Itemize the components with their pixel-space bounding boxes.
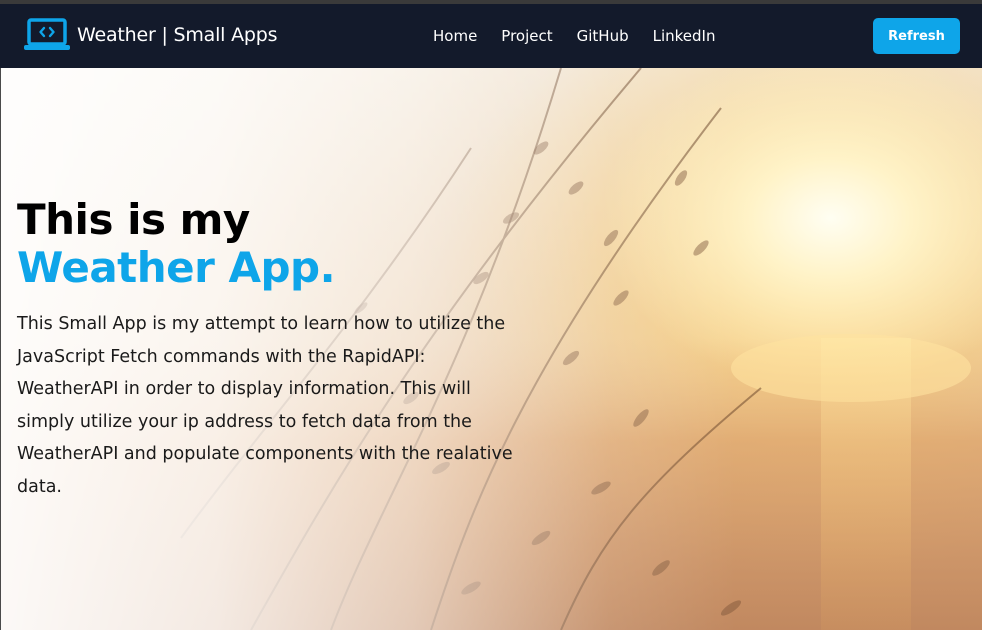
nav-link-github[interactable]: GitHub bbox=[565, 27, 641, 45]
hero-title-line-1: This is my bbox=[17, 195, 250, 244]
hero-title-line-2: Weather App. bbox=[17, 243, 336, 292]
nav-links: Home Project GitHub LinkedIn bbox=[421, 4, 727, 68]
nav-link-linkedin[interactable]: LinkedIn bbox=[641, 27, 728, 45]
laptop-code-icon bbox=[24, 18, 70, 50]
hero-description: This Small App is my attempt to learn ho… bbox=[17, 314, 513, 497]
brand-title: Weather | Small Apps bbox=[77, 24, 278, 46]
brand[interactable]: Weather | Small Apps bbox=[24, 18, 278, 52]
navbar: Weather | Small Apps Home Project GitHub… bbox=[0, 4, 982, 68]
window-left-border bbox=[0, 68, 1, 630]
nav-link-project[interactable]: Project bbox=[489, 27, 564, 45]
hero-title: This is my Weather App. bbox=[17, 195, 336, 292]
refresh-button[interactable]: Refresh bbox=[873, 18, 960, 54]
nav-link-home[interactable]: Home bbox=[421, 27, 489, 45]
